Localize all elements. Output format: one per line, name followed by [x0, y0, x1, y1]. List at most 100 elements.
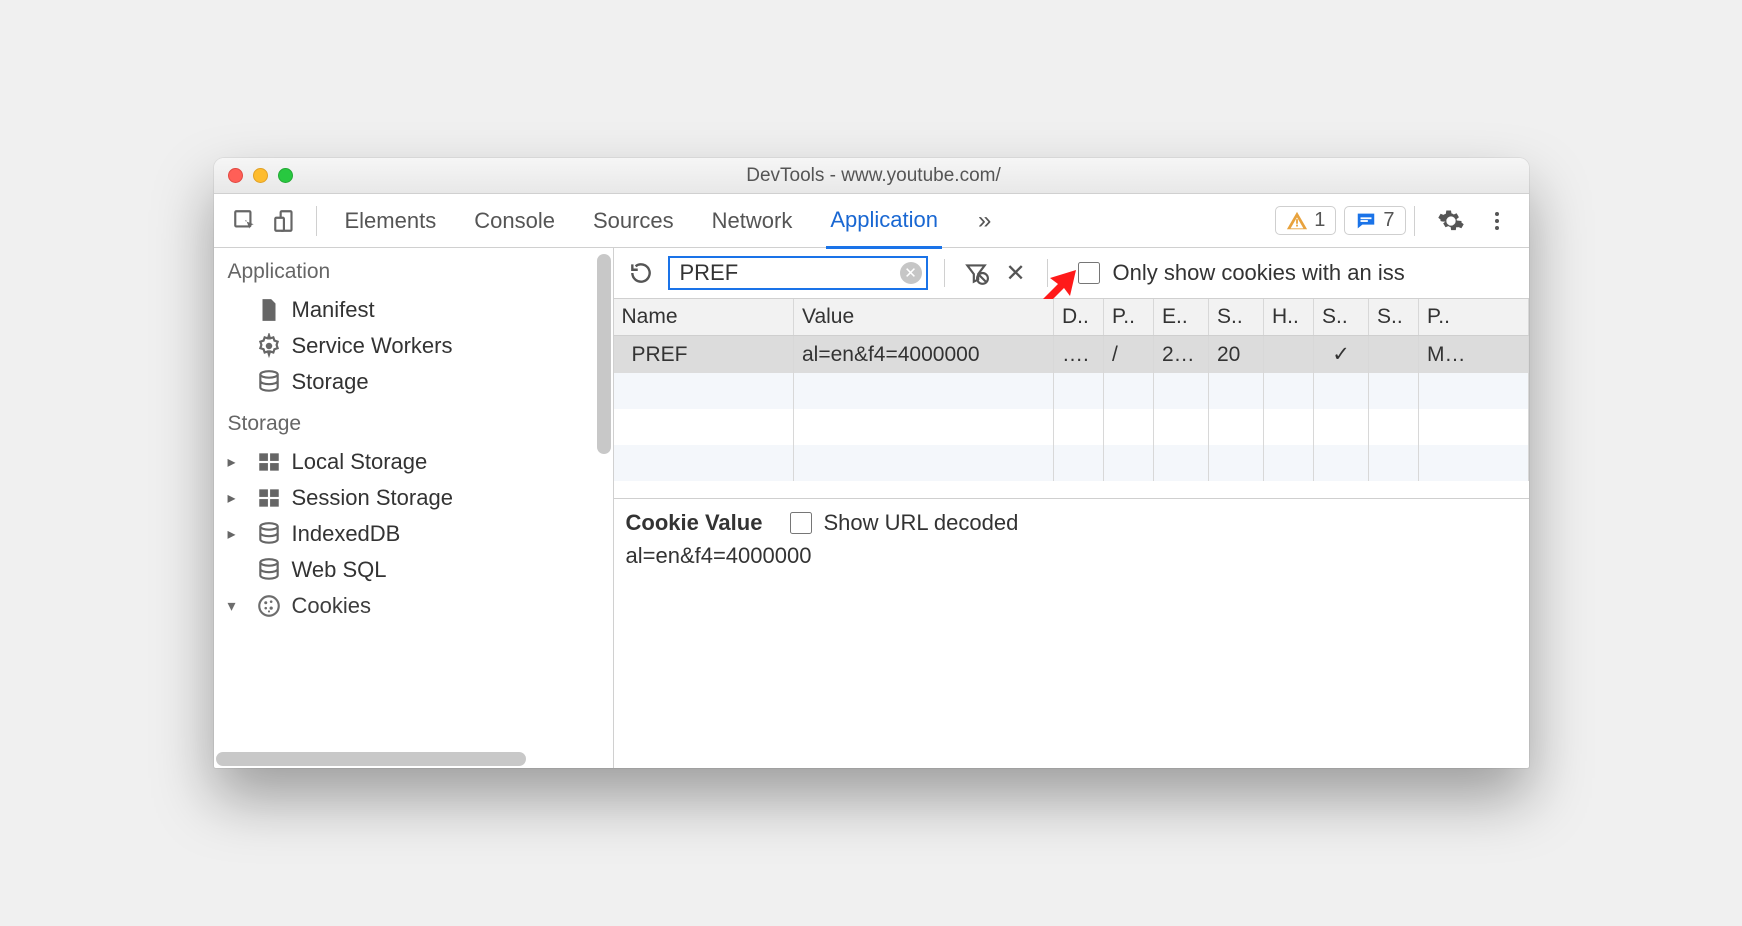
col-size[interactable]: S..: [1209, 299, 1264, 336]
messages-count: 7: [1383, 209, 1394, 232]
sidebar-item-label: Service Workers: [292, 333, 453, 359]
db-icon: [256, 557, 282, 583]
tab-sources[interactable]: Sources: [589, 195, 678, 247]
cell-secure[interactable]: ✓: [1314, 336, 1369, 374]
close-window-button[interactable]: [228, 168, 243, 183]
cookie-detail-value[interactable]: al=en&f4=4000000: [626, 543, 1517, 569]
panel-tabs: Elements Console Sources Network Applica…: [341, 194, 1276, 248]
cell-domain[interactable]: ….: [1054, 336, 1104, 374]
table-row-empty: [614, 373, 1529, 409]
toolbar-separator-2: [1047, 259, 1048, 287]
db-icon: [256, 369, 282, 395]
more-options-icon[interactable]: [1479, 203, 1515, 239]
sidebar-item-label: Local Storage: [292, 449, 428, 475]
col-path[interactable]: P..: [1104, 299, 1154, 336]
cookies-table: Name Value D.. P.. E.. S.. H.. S.. S.. P…: [614, 299, 1529, 499]
col-priority[interactable]: P..: [1419, 299, 1529, 336]
table-row[interactable]: PREF al=en&f4=4000000 …. / 2… 20 ✓ M…: [614, 336, 1529, 374]
warnings-badge[interactable]: 1: [1275, 206, 1336, 235]
tab-console[interactable]: Console: [470, 195, 559, 247]
tabbar-separator: [316, 206, 317, 236]
filter-wrapper: ✕: [668, 256, 928, 290]
sidebar-item-local-storage[interactable]: Local Storage: [214, 444, 613, 480]
inspect-element-icon[interactable]: [228, 204, 262, 238]
show-url-decoded-label: Show URL decoded: [823, 510, 1018, 536]
grid-icon: [256, 485, 282, 511]
cookie-detail-heading: Cookie Value: [626, 510, 763, 536]
issue-badges: 1 7: [1275, 206, 1405, 235]
tab-elements[interactable]: Elements: [341, 195, 441, 247]
sidebar-item-web-sql[interactable]: Web SQL: [214, 552, 613, 588]
cell-expires[interactable]: 2…: [1154, 336, 1209, 374]
cookie-detail: Cookie Value Show URL decoded al=en&f4=4…: [614, 499, 1529, 579]
col-name[interactable]: Name: [614, 299, 794, 336]
messages-badge[interactable]: 7: [1344, 206, 1405, 235]
col-samesite[interactable]: S..: [1369, 299, 1419, 336]
only-issues-label: Only show cookies with an iss: [1113, 260, 1405, 286]
col-domain[interactable]: D..: [1054, 299, 1104, 336]
refresh-icon[interactable]: [624, 256, 658, 290]
window-title: DevTools - www.youtube.com/: [293, 165, 1455, 187]
sidebar-item-manifest[interactable]: Manifest: [214, 292, 613, 328]
file-icon: [256, 297, 282, 323]
sidebar-item-label: Session Storage: [292, 485, 453, 511]
col-httponly[interactable]: H..: [1264, 299, 1314, 336]
cell-name[interactable]: PREF: [614, 336, 794, 374]
table-row-empty: [614, 445, 1529, 481]
sidebar-item-cookies[interactable]: Cookies: [214, 588, 613, 624]
section-title-storage: Storage: [214, 400, 613, 444]
sidebar-item-storage[interactable]: Storage: [214, 364, 613, 400]
sidebar-item-label: Cookies: [292, 593, 371, 619]
table-header-row[interactable]: Name Value D.. P.. E.. S.. H.. S.. S.. P…: [614, 299, 1529, 336]
col-secure[interactable]: S..: [1314, 299, 1369, 336]
cell-httponly[interactable]: [1264, 336, 1314, 374]
delete-selected-icon[interactable]: ✕: [1001, 258, 1031, 288]
cell-path[interactable]: /: [1104, 336, 1154, 374]
warnings-count: 1: [1314, 209, 1325, 232]
sidebar-item-service-workers[interactable]: Service Workers: [214, 328, 613, 364]
toolbar-separator: [944, 259, 945, 287]
sidebar-item-label: IndexedDB: [292, 521, 401, 547]
application-sidebar: Application Manifest Service Workers Sto…: [214, 248, 614, 768]
section-title-application: Application: [214, 248, 613, 292]
more-tabs-button[interactable]: »: [978, 207, 991, 235]
sidebar-horizontal-scrollbar[interactable]: [214, 750, 613, 768]
col-expires[interactable]: E..: [1154, 299, 1209, 336]
sidebar-item-label: Web SQL: [292, 557, 387, 583]
zoom-window-button[interactable]: [278, 168, 293, 183]
gear-icon: [256, 333, 282, 359]
sidebar-item-indexeddb[interactable]: IndexedDB: [214, 516, 613, 552]
message-icon: [1355, 210, 1377, 232]
warning-icon: [1286, 210, 1308, 232]
grid-icon: [256, 449, 282, 475]
cell-size[interactable]: 20: [1209, 336, 1264, 374]
sidebar-item-label: Storage: [292, 369, 369, 395]
cell-value[interactable]: al=en&f4=4000000: [794, 336, 1054, 374]
clear-filter-icon[interactable]: ✕: [900, 262, 922, 284]
show-url-decoded-checkbox[interactable]: [790, 512, 812, 534]
tab-application[interactable]: Application: [826, 194, 942, 249]
cookies-toolbar: ✕ ✕ Only show cookies with an iss: [614, 248, 1529, 299]
cookie-filter-input[interactable]: [668, 256, 928, 290]
cell-samesite[interactable]: [1369, 336, 1419, 374]
devtools-window: DevTools - www.youtube.com/ Elements Con…: [214, 158, 1529, 768]
cookies-pane: ✕ ✕ Only show cookies with an iss: [614, 248, 1529, 768]
col-value[interactable]: Value: [794, 299, 1054, 336]
clear-all-cookies-icon[interactable]: [961, 258, 991, 288]
traffic-lights: [228, 168, 293, 183]
sidebar-item-session-storage[interactable]: Session Storage: [214, 480, 613, 516]
cell-priority[interactable]: M…: [1419, 336, 1529, 374]
tab-network[interactable]: Network: [708, 195, 797, 247]
devtools-tabbar: Elements Console Sources Network Applica…: [214, 194, 1529, 248]
db-icon: [256, 521, 282, 547]
settings-icon[interactable]: [1433, 203, 1469, 239]
minimize-window-button[interactable]: [253, 168, 268, 183]
sidebar-item-label: Manifest: [292, 297, 375, 323]
sidebar-vertical-scrollbar[interactable]: [597, 254, 611, 454]
cookie-icon: [256, 593, 282, 619]
device-toolbar-icon[interactable]: [268, 204, 302, 238]
only-issues-checkbox[interactable]: [1078, 262, 1100, 284]
panel-body: Application Manifest Service Workers Sto…: [214, 248, 1529, 768]
window-titlebar[interactable]: DevTools - www.youtube.com/: [214, 158, 1529, 194]
table-row-empty: [614, 409, 1529, 445]
